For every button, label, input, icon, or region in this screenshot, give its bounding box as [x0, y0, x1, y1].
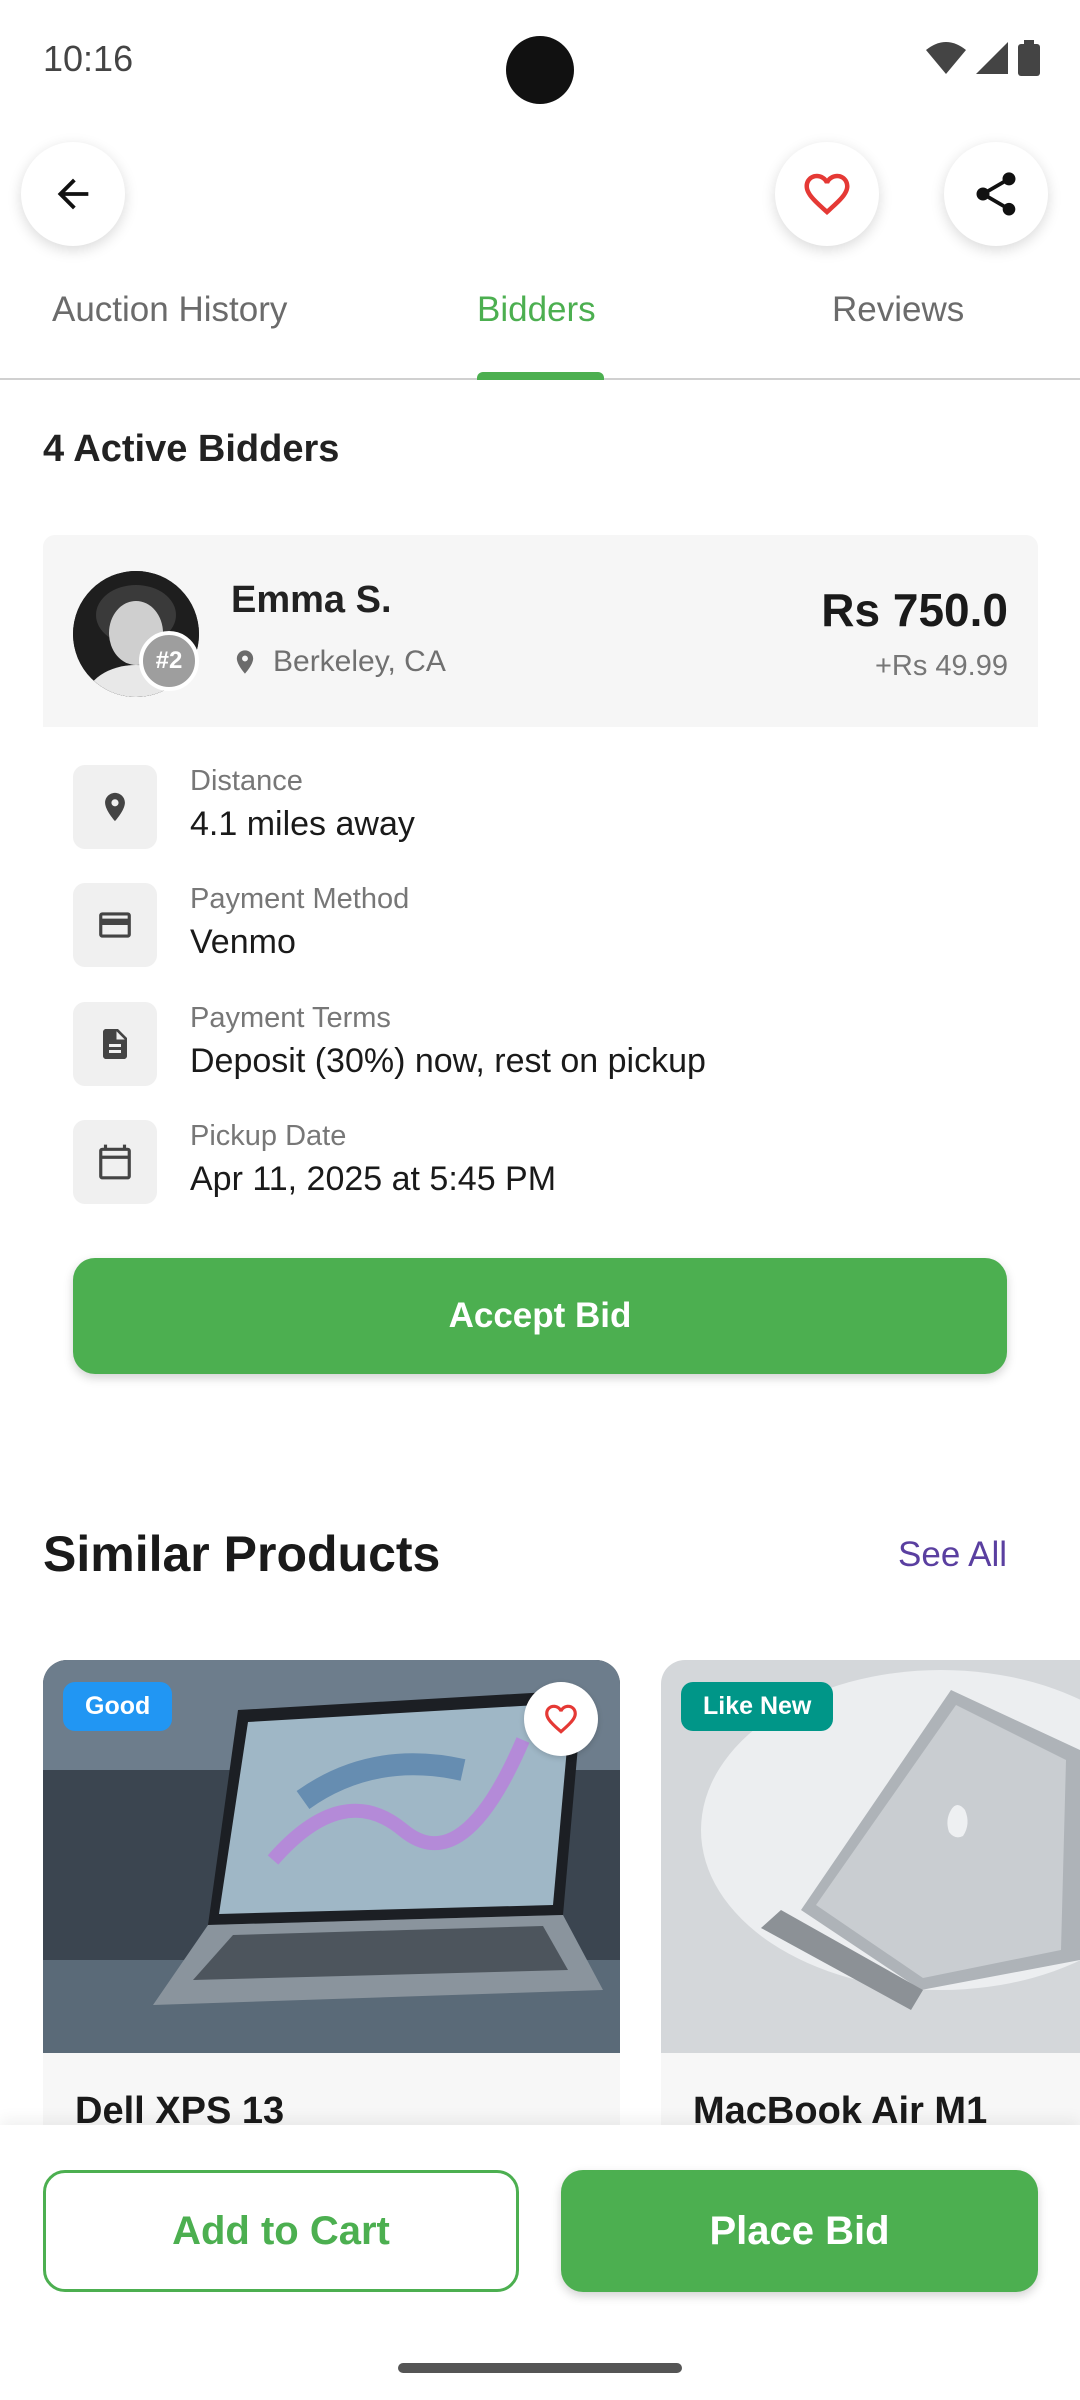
similar-products-title: Similar Products	[43, 1526, 441, 1582]
status-time: 10:16	[43, 38, 134, 79]
credit-card-icon	[73, 883, 157, 967]
detail-payment-method: Payment Method Venmo	[73, 883, 993, 973]
tab-auction-history[interactable]: Auction History	[52, 290, 287, 330]
camera-cutout	[506, 36, 574, 104]
add-to-cart-button[interactable]: Add to Cart	[43, 2170, 519, 2292]
product-favorite-button[interactable]	[524, 1682, 598, 1756]
detail-label: Pickup Date	[190, 1120, 347, 1152]
detail-label: Payment Terms	[190, 1002, 391, 1034]
bidder-location: Berkeley, CA	[231, 645, 446, 679]
product-card[interactable]: Like New MacBook Air M1	[661, 1660, 1080, 2140]
bid-amount: Rs 750.0	[821, 584, 1008, 636]
detail-label: Distance	[190, 765, 303, 797]
wifi-icon	[926, 42, 966, 74]
heart-outline-icon	[804, 173, 850, 216]
location-pin-icon	[236, 650, 254, 674]
signal-icon	[976, 42, 1008, 74]
share-icon	[976, 172, 1016, 216]
document-icon	[73, 1002, 157, 1086]
detail-distance: Distance 4.1 miles away	[73, 765, 993, 855]
calendar-icon	[73, 1120, 157, 1204]
bidder-card[interactable]: #2 Emma S. Berkeley, CA Rs 750.0 +Rs 49.…	[43, 535, 1038, 727]
arrow-back-icon	[57, 178, 89, 210]
tab-bidders[interactable]: Bidders	[477, 290, 596, 330]
home-indicator[interactable]	[398, 2363, 682, 2373]
status-icons	[926, 40, 1040, 76]
detail-value: Deposit (30%) now, rest on pickup	[190, 1042, 706, 1080]
product-card[interactable]: Good Dell XPS 13	[43, 1660, 620, 2140]
status-bar: 10:16	[0, 0, 1080, 120]
share-button[interactable]	[944, 142, 1048, 246]
rank-badge: #2	[139, 631, 199, 691]
tab-bar: Auction History Bidders Reviews	[0, 268, 1080, 380]
accept-bid-button[interactable]: Accept Bid	[73, 1258, 1007, 1374]
tab-reviews[interactable]: Reviews	[832, 290, 964, 330]
back-button[interactable]	[21, 142, 125, 246]
see-all-link[interactable]: See All	[898, 1535, 1007, 1575]
detail-value: Venmo	[190, 923, 296, 961]
location-pin-icon	[73, 765, 157, 849]
detail-label: Payment Method	[190, 883, 410, 915]
place-bid-button[interactable]: Place Bid	[561, 2170, 1038, 2292]
bid-fee: +Rs 49.99	[874, 650, 1008, 682]
bidders-count-title: 4 Active Bidders	[43, 428, 340, 470]
bidder-name: Emma S.	[231, 579, 392, 621]
heart-outline-icon	[545, 1704, 577, 1734]
detail-value: 4.1 miles away	[190, 805, 415, 843]
detail-payment-terms: Payment Terms Deposit (30%) now, rest on…	[73, 1002, 993, 1092]
bottom-action-bar: Add to Cart Place Bid	[0, 2125, 1080, 2400]
battery-icon	[1018, 40, 1040, 76]
bidder-location-text: Berkeley, CA	[273, 645, 446, 678]
favorite-button[interactable]	[775, 142, 879, 246]
condition-badge: Good	[63, 1682, 173, 1731]
condition-badge: Like New	[681, 1682, 834, 1731]
tab-indicator	[477, 372, 604, 380]
detail-pickup-date: Pickup Date Apr 11, 2025 at 5:45 PM	[73, 1120, 993, 1210]
detail-value: Apr 11, 2025 at 5:45 PM	[190, 1160, 557, 1198]
